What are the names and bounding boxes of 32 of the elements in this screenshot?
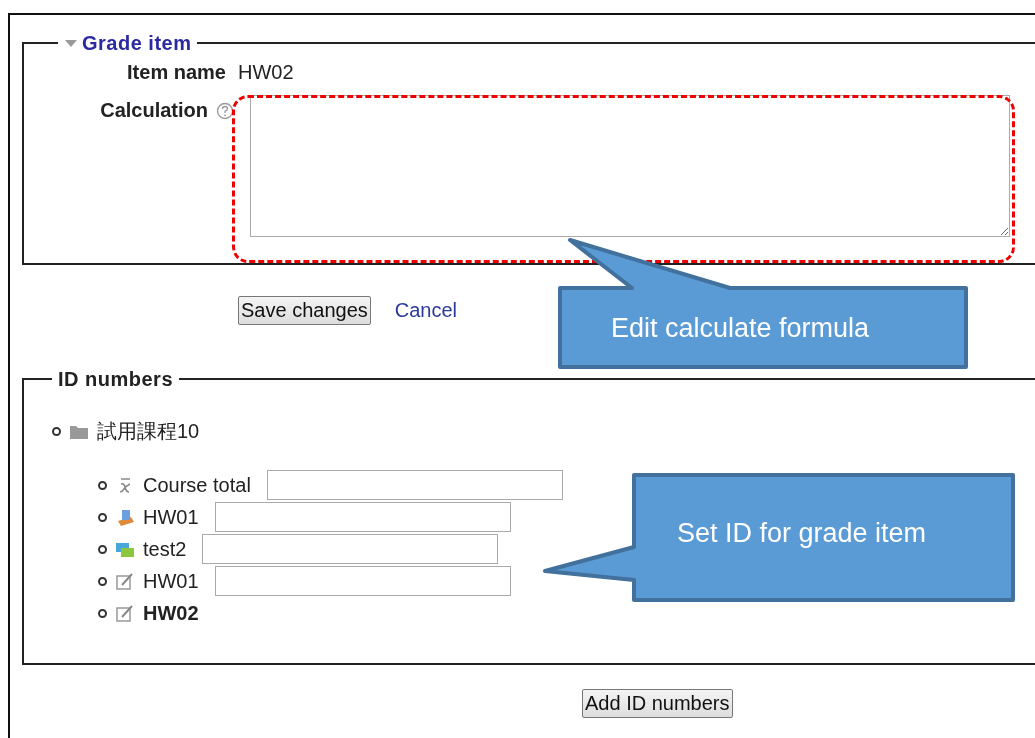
- bullet-icon: [98, 576, 107, 586]
- tree-item-label: HW01: [143, 569, 199, 594]
- bullet-icon: [98, 544, 107, 554]
- field-label: Calculation: [100, 98, 208, 123]
- cancel-link[interactable]: Cancel: [394, 295, 458, 325]
- tree-item-label: HW01: [143, 505, 199, 530]
- bullet-icon: [52, 426, 61, 436]
- bullet-icon: [98, 480, 107, 490]
- tree-item-label: Course total: [143, 473, 251, 498]
- calculation-field[interactable]: [250, 95, 1010, 237]
- help-icon[interactable]: [216, 102, 234, 120]
- add-id-numbers-button[interactable]: Add ID numbers: [582, 689, 733, 718]
- field-value: HW02: [238, 60, 294, 85]
- bullet-icon: [98, 512, 107, 522]
- tree-item-label: 試用課程10: [97, 419, 200, 444]
- id-number-field[interactable]: [214, 502, 511, 532]
- id-number-field[interactable]: [214, 566, 511, 596]
- collapse-arrow-icon[interactable]: [64, 38, 78, 48]
- id-number-field[interactable]: [266, 470, 563, 500]
- callout-text: Edit calculate formula: [611, 312, 870, 345]
- section-legend: ID numbers: [52, 369, 180, 389]
- tree-item-label: test2: [143, 537, 187, 562]
- pencil-square-icon: [115, 603, 135, 623]
- tree-item-label: HW02: [143, 601, 199, 626]
- id-number-field[interactable]: [202, 534, 499, 564]
- field-label: Item name: [126, 60, 227, 85]
- save-button[interactable]: Save changes: [238, 295, 371, 325]
- bullet-icon: [98, 608, 107, 618]
- pencil-square-icon: [115, 571, 135, 591]
- callout-text: Set ID for grade item: [677, 517, 927, 550]
- document-icon: [115, 507, 135, 527]
- section-legend[interactable]: Grade item: [82, 33, 192, 53]
